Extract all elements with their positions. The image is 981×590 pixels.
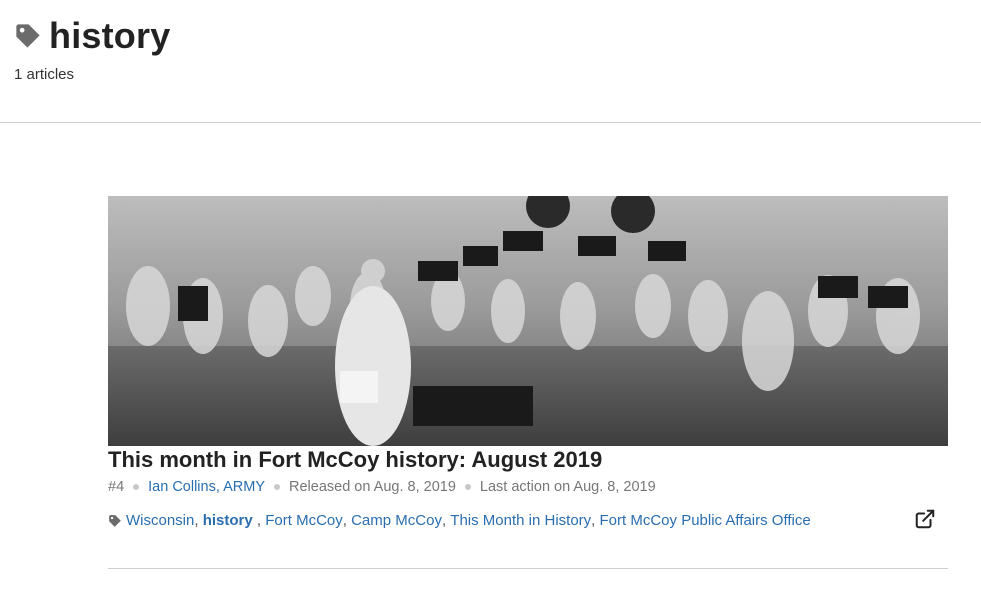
author-link[interactable]: Ian Collins, ARMY: [148, 479, 265, 495]
article-meta: #4 Ian Collins, ARMY Released on Aug. 8,…: [108, 479, 948, 495]
tag-icon: [109, 514, 121, 527]
tag-list: Wisconsin, history , Fort McCoy, Camp Mc…: [108, 509, 948, 529]
separator-dot: [274, 484, 280, 490]
title-row: history: [14, 16, 170, 56]
external-link-icon[interactable]: [914, 508, 936, 530]
article-hero-image[interactable]: [108, 196, 948, 446]
tag-separator: ,: [591, 512, 600, 529]
separator-dot: [133, 484, 140, 490]
tag-icon: [16, 24, 40, 48]
tag-link-camp-mccoy[interactable]: Camp McCoy: [351, 512, 442, 529]
released-date: Released on Aug. 8, 2019: [289, 479, 456, 495]
separator-dot: [464, 484, 471, 490]
article-title[interactable]: This month in Fort McCoy history: August…: [108, 447, 948, 473]
tag-link-history[interactable]: history: [203, 512, 253, 529]
tag-separator: ,: [342, 512, 352, 529]
tag-link-fort-mccoy[interactable]: Fort McCoy: [265, 512, 343, 529]
article-count: 1 articles: [14, 66, 75, 83]
tag-separator: ,: [252, 512, 266, 529]
tag-separator: ,: [441, 512, 451, 529]
page-title: history: [49, 15, 171, 56]
page-header: history 1 articles: [0, 0, 981, 123]
article-number: #4: [108, 479, 125, 495]
tag-separator: ,: [194, 512, 203, 529]
article-divider: [108, 568, 948, 569]
tag-link-wisconsin[interactable]: Wisconsin: [126, 512, 194, 529]
last-action-date: Last action on Aug. 8, 2019: [479, 479, 656, 495]
tag-link-fort-mccoy-public-affairs-office[interactable]: Fort McCoy Public Affairs Office: [600, 512, 811, 529]
article-card: This month in Fort McCoy history: August…: [108, 196, 948, 529]
tag-link-this-month-in-history[interactable]: This Month in History: [450, 512, 591, 529]
